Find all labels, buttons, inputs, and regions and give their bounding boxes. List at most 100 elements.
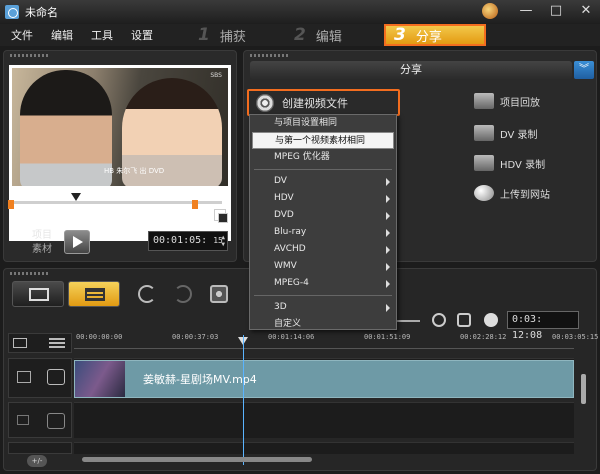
create-video-menu: 与项目设置相同 与第一个视频素材相同 MPEG 优化器 DV HDV DVD B… — [249, 114, 397, 330]
copy-icon[interactable] — [214, 209, 228, 223]
tab-capture[interactable]: 1 捕获 — [190, 24, 286, 46]
add-track-button[interactable]: +/- — [27, 455, 47, 467]
preview-frame: SBS HB 朱尔飞 出 DVD — [9, 65, 231, 241]
project-playback-button[interactable]: 项目回放 — [474, 93, 540, 109]
menu-edit[interactable]: 编辑 — [42, 27, 82, 43]
menu-item-dv[interactable]: DV — [250, 173, 396, 190]
overlay-track-icon — [47, 413, 65, 429]
preview-mode-selector[interactable]: 项目 素材 — [32, 229, 52, 257]
timeline-vertical-scrollbar[interactable] — [578, 338, 590, 448]
track-lock-icon[interactable] — [17, 371, 31, 383]
menu-item-dvd[interactable]: DVD — [250, 207, 396, 224]
tab-edit[interactable]: 2 编辑 — [286, 24, 382, 46]
submenu-arrow-icon — [386, 229, 390, 237]
menu-settings[interactable]: 设置 — [122, 27, 162, 43]
menu-item-wmv[interactable]: WMV — [250, 258, 396, 275]
tab-share[interactable]: 3 分享 — [384, 24, 486, 46]
scrub-handle[interactable] — [71, 193, 81, 201]
menu-item-label: Blu-ray — [274, 227, 307, 237]
zoom-slider[interactable] — [394, 320, 420, 322]
menu-file[interactable]: 文件 — [0, 27, 42, 43]
submenu-arrow-icon — [386, 195, 390, 203]
menu-item-avchd[interactable]: AVCHD — [250, 241, 396, 258]
menu-item-3d[interactable]: 3D — [250, 299, 396, 316]
create-video-button[interactable]: 创建视频文件 — [247, 89, 400, 116]
hdv-record-button[interactable]: HDV 录制 — [474, 155, 545, 171]
menu-item-mpeg-optimizer[interactable]: MPEG 优化器 — [250, 149, 396, 166]
timeline-horizontal-scrollbar[interactable] — [70, 455, 570, 465]
menu-item-label: 与第一个视频素材相同 — [275, 136, 366, 146]
video-track[interactable]: 姜敏赫-星剧场MV.mp4 — [74, 358, 574, 398]
dv-record-button[interactable]: DV 录制 — [474, 125, 538, 141]
clip-name: 姜敏赫-星剧场MV.mp4 — [143, 373, 257, 386]
panel-grip[interactable] — [10, 54, 50, 57]
submenu-arrow-icon — [386, 246, 390, 254]
track-lock-icon[interactable] — [17, 415, 29, 425]
video-clip[interactable]: 姜敏赫-星剧场MV.mp4 — [74, 360, 574, 398]
title-track-header — [8, 442, 72, 454]
menu-item-same-as-first-clip[interactable]: 与第一个视频素材相同 — [252, 132, 394, 149]
film-reel-icon — [256, 93, 274, 112]
share-option-label: 项目回放 — [500, 97, 540, 109]
menu-separator — [254, 295, 392, 296]
close-button[interactable]: ✕ — [576, 2, 596, 20]
submenu-arrow-icon — [386, 263, 390, 271]
menu-item-hdv[interactable]: HDV — [250, 190, 396, 207]
broadcaster-logo: SBS — [210, 72, 222, 79]
menu-bar: 文件 编辑 工具 设置 1 捕获 2 编辑 3 分享 — [0, 24, 600, 46]
horizontal-scroll-thumb[interactable] — [82, 457, 312, 462]
step-number: 1 — [198, 25, 210, 45]
step-label: 捕获 — [219, 29, 246, 45]
undo-icon[interactable] — [138, 285, 156, 303]
collapse-chevron-icon[interactable]: ︾ — [574, 61, 594, 79]
chapter-list-icon[interactable] — [49, 338, 65, 348]
effects-icon[interactable] — [210, 285, 228, 303]
timecode-stepper[interactable]: ▲ ▼ — [221, 234, 225, 248]
track-manager-icon[interactable] — [13, 338, 27, 348]
mode-project-label[interactable]: 项目 — [32, 229, 52, 243]
ruler-label: 00:02:28:12 — [460, 333, 507, 341]
minimize-button[interactable]: — — [516, 2, 536, 20]
overlay-track[interactable] — [74, 402, 574, 438]
redo-icon[interactable] — [174, 285, 192, 303]
globe-icon[interactable] — [482, 3, 498, 19]
ruler-label: 00:01:14:06 — [268, 333, 315, 341]
timeline-view-button[interactable] — [68, 281, 120, 307]
mode-clip-label[interactable]: 素材 — [32, 243, 52, 257]
scrub-bar[interactable] — [14, 201, 222, 204]
play-button[interactable] — [64, 230, 90, 254]
fit-project-icon[interactable] — [457, 313, 471, 327]
timecode-field[interactable]: 00:01:05: 15 ▲ ▼ — [148, 231, 228, 251]
storyboard-view-button[interactable] — [12, 281, 64, 307]
title-track[interactable] — [74, 442, 574, 454]
share-option-label: 上传到网站 — [500, 189, 550, 201]
vertical-scroll-thumb[interactable] — [581, 374, 586, 404]
trim-start-handle[interactable] — [8, 200, 14, 209]
upload-web-button[interactable]: 上传到网站 — [474, 185, 550, 201]
menu-tools[interactable]: 工具 — [82, 27, 122, 43]
zoom-in-icon[interactable] — [432, 313, 446, 327]
ruler-label: 00:00:00:00 — [76, 333, 123, 341]
timecode-value: 00:01:05: — [153, 235, 208, 246]
share-option-label: HDV 录制 — [500, 159, 546, 171]
preview-panel: SBS HB 朱尔飞 出 DVD 项目 素材 00:01:05: 15 ▲ ▼ — [3, 50, 237, 262]
menu-item-mpeg4[interactable]: MPEG-4 — [250, 275, 396, 292]
panel-grip[interactable] — [250, 54, 290, 57]
dv-camera-icon — [474, 125, 494, 141]
timeline-ruler[interactable]: 00:00:00:00 00:00:37:03 00:01:14:06 00:0… — [74, 333, 598, 349]
video-track-icon — [47, 369, 65, 385]
menu-item-custom[interactable]: 自定义 — [250, 316, 396, 333]
track-manager-header[interactable] — [8, 333, 72, 353]
app-icon — [5, 5, 19, 19]
maximize-button[interactable]: □ — [546, 2, 566, 20]
project-duration[interactable]: 0:03: 12:08 — [507, 311, 579, 341]
title-bar: 未命名 — □ ✕ — [0, 0, 600, 24]
menu-item-label: 3D — [274, 302, 287, 312]
menu-item-same-as-project[interactable]: 与项目设置相同 — [250, 115, 396, 132]
clip-thumbnail — [75, 361, 125, 397]
menu-item-label: DV — [274, 176, 287, 186]
trim-end-handle[interactable] — [192, 200, 198, 209]
video-subtitle: HB 朱尔飞 出 DVD — [104, 167, 165, 175]
panel-grip[interactable] — [10, 272, 50, 275]
menu-item-bluray[interactable]: Blu-ray — [250, 224, 396, 241]
